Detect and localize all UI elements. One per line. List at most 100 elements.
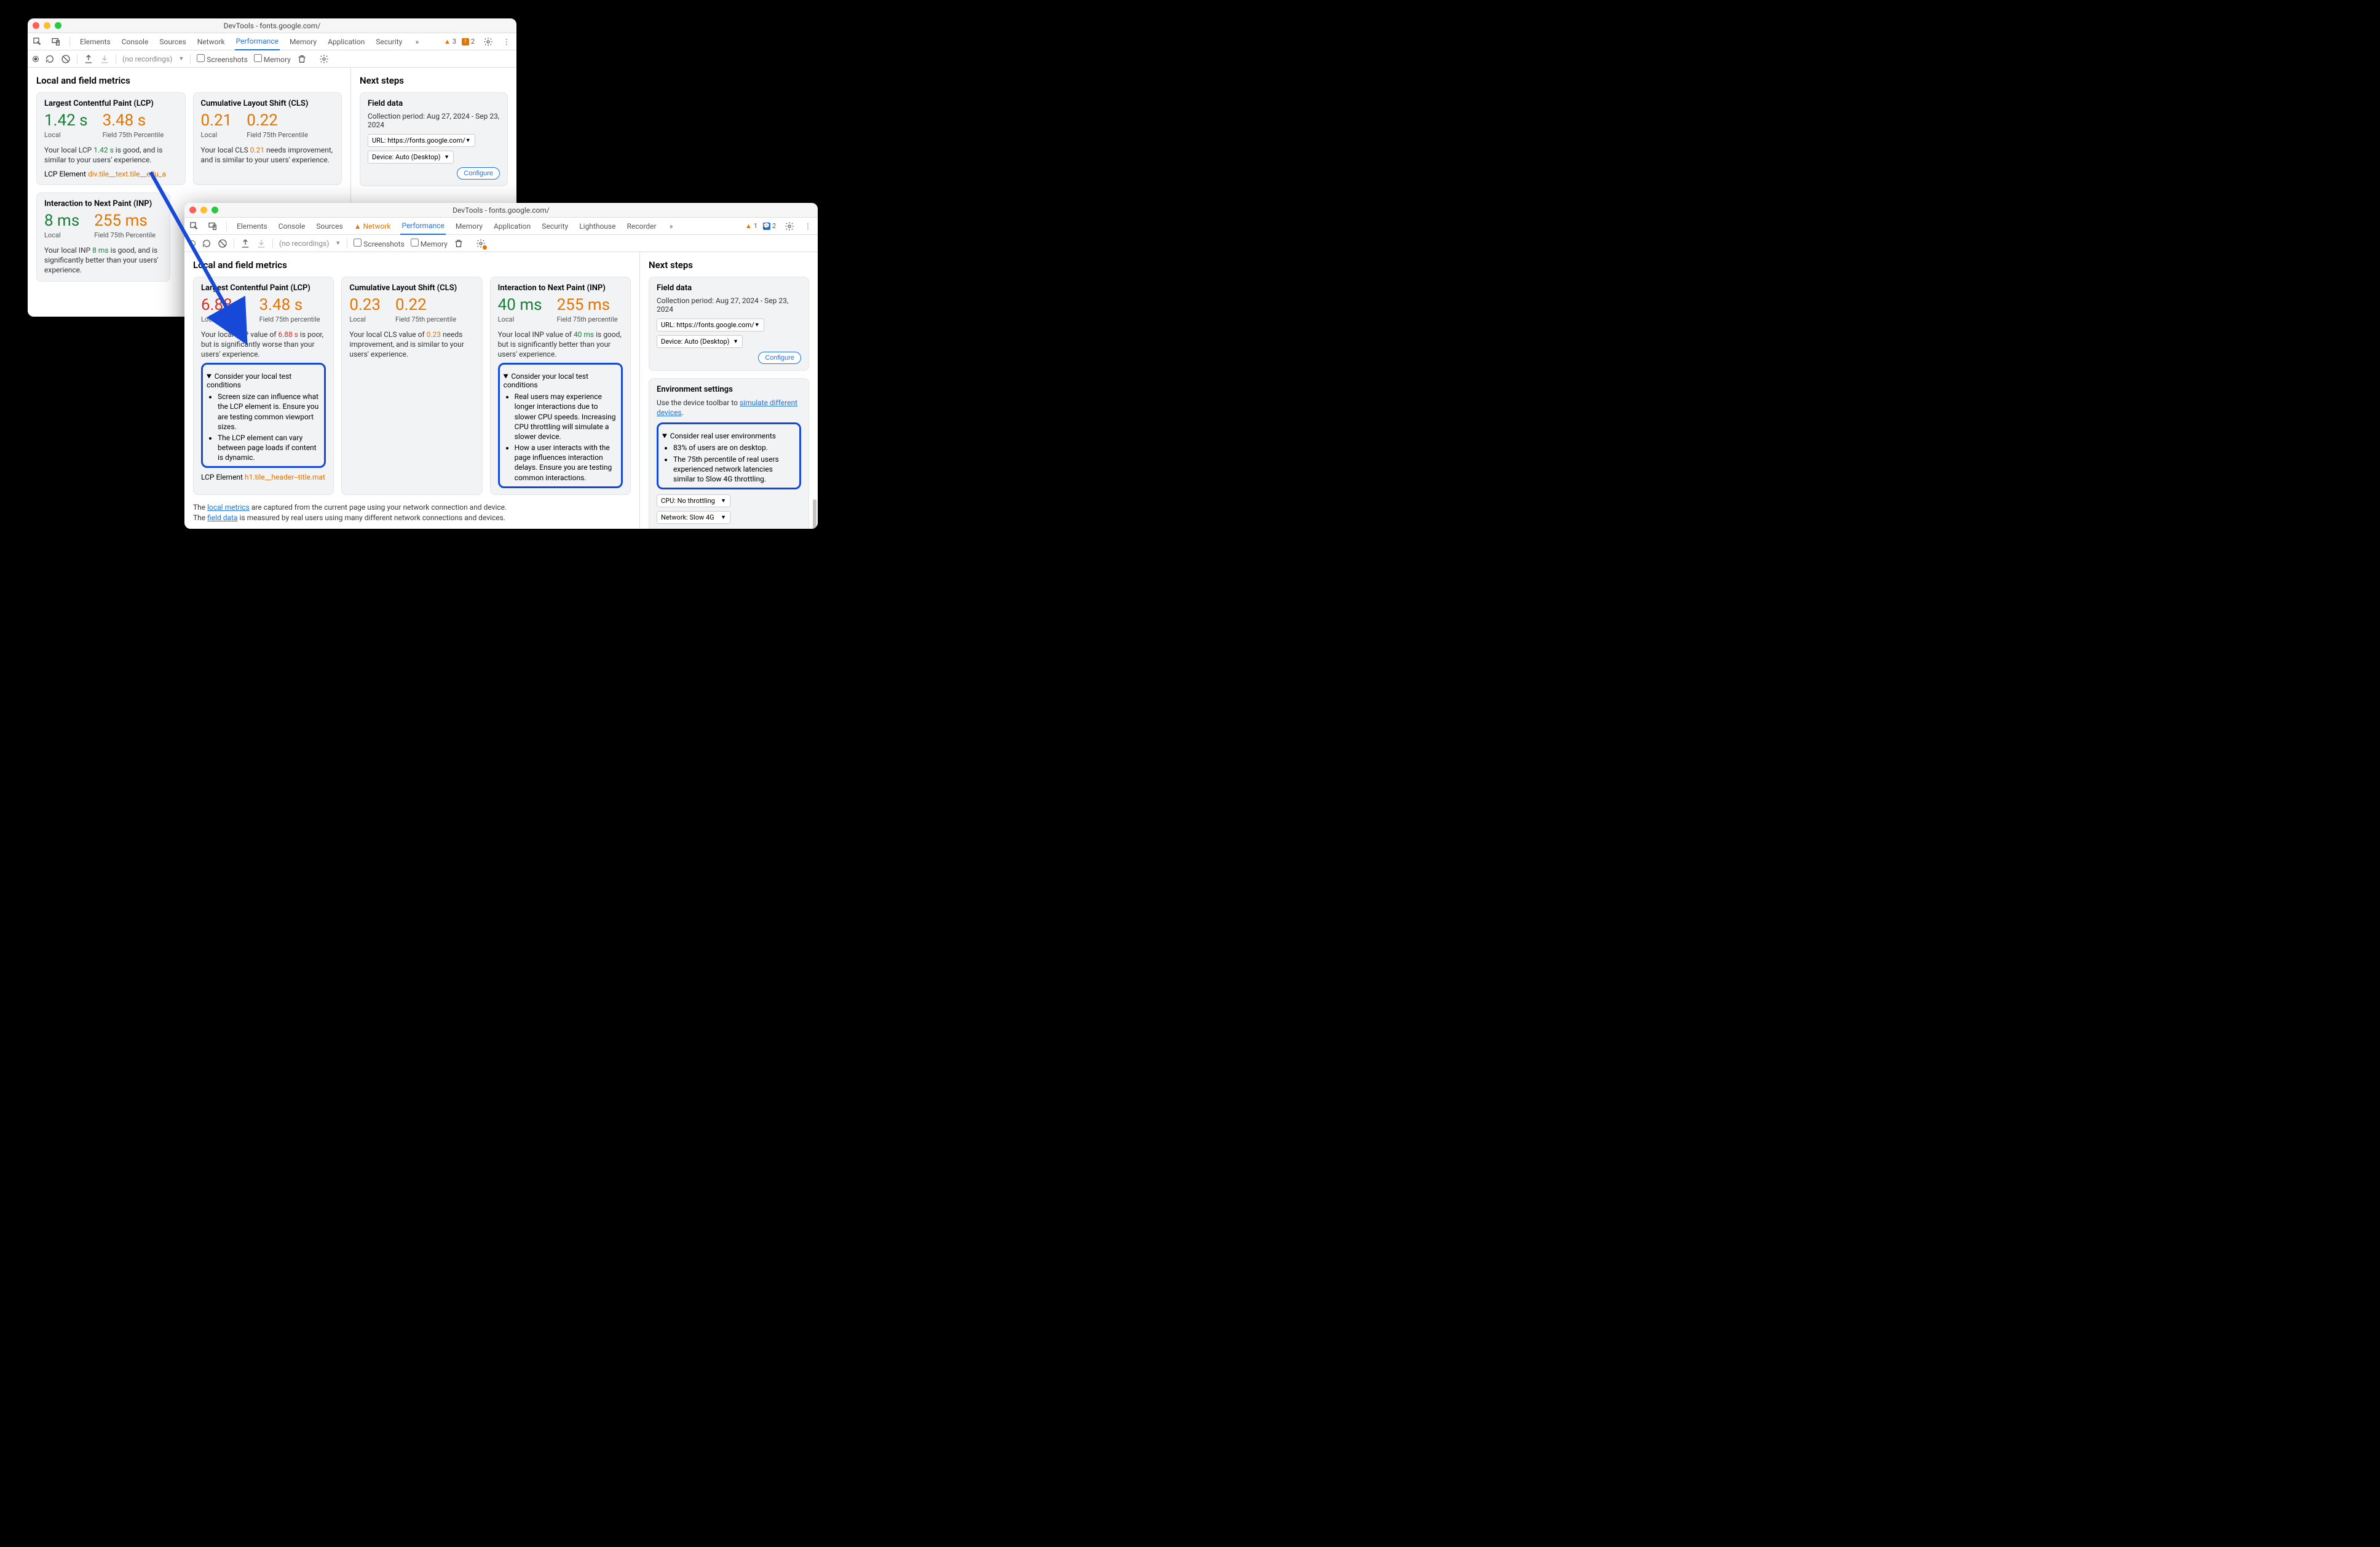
trash-icon[interactable] (297, 54, 307, 64)
tab-network[interactable]: Network (196, 34, 226, 50)
url-select[interactable]: URL: https://fonts.google.com/▼ (657, 318, 764, 331)
panel-settings-icon[interactable] (319, 54, 329, 64)
tip: Real users may experience longer interac… (515, 392, 617, 441)
device-toolbar-icon[interactable] (208, 221, 218, 231)
memory-checkbox[interactable]: Memory (254, 54, 291, 64)
upload-icon[interactable] (240, 239, 250, 248)
card-inp: Interaction to Next Paint (INP) 8 msLoca… (36, 192, 170, 282)
tip: How a user interacts with the page influ… (515, 443, 617, 483)
trash-icon[interactable] (454, 239, 464, 248)
upload-icon[interactable] (84, 54, 93, 64)
tab-lighthouse[interactable]: Lighthouse (578, 218, 617, 234)
tab-elements[interactable]: Elements (79, 34, 112, 50)
tab-application[interactable]: Application (326, 34, 366, 50)
card-lcp: Largest Contentful Paint (LCP) 6.88 sLoc… (193, 277, 334, 495)
tab-network[interactable]: ▲ Network (353, 218, 392, 234)
issues-badge[interactable]: ▲3 !2 (444, 38, 475, 46)
card-title: Largest Contentful Paint (LCP) (201, 283, 326, 293)
consider-summary[interactable]: Consider real user environments (662, 432, 796, 440)
configure-button[interactable]: Configure (758, 352, 801, 364)
reload-record-icon[interactable] (45, 54, 55, 64)
tab-sources[interactable]: Sources (158, 34, 187, 50)
lcp-element[interactable]: LCP Element div.tile__text.tile__edu_a (44, 170, 178, 178)
inspect-icon[interactable] (33, 37, 42, 47)
tip: The LCP element can vary between page lo… (218, 433, 320, 463)
clear-icon[interactable] (218, 239, 227, 248)
card-title: Cumulative Layout Shift (CLS) (201, 99, 334, 108)
consider-details[interactable]: Consider your local test conditions Real… (504, 372, 617, 483)
divider (226, 221, 227, 231)
device-select[interactable]: Device: Auto (Desktop)▼ (657, 335, 743, 348)
scrollbar[interactable] (813, 499, 816, 529)
chevron-down-icon[interactable]: ▼ (335, 240, 341, 247)
tab-memory[interactable]: Memory (288, 34, 318, 50)
screenshots-checkbox[interactable]: Screenshots (197, 54, 247, 64)
field-data-heading: Field data (368, 99, 500, 108)
tip: The 75th percentile of real users experi… (673, 454, 796, 485)
local-metrics-link[interactable]: local metrics (207, 503, 250, 512)
device-select[interactable]: Device: Auto (Desktop)▼ (368, 151, 454, 164)
cls-field-value: 0.22 (247, 112, 308, 130)
recordings-dropdown[interactable]: (no recordings) (122, 55, 172, 63)
url-select[interactable]: URL: https://fonts.google.com/▼ (368, 134, 475, 147)
screenshots-checkbox[interactable]: Screenshots (354, 239, 404, 248)
minimize-icon[interactable] (44, 22, 50, 29)
reload-record-icon[interactable] (202, 239, 212, 248)
tab-performance[interactable]: Performance (400, 218, 445, 235)
settings-icon[interactable] (483, 37, 493, 47)
zoom-icon[interactable] (55, 22, 61, 29)
card-title: Interaction to Next Paint (INP) (498, 283, 623, 293)
settings-icon[interactable] (785, 221, 794, 231)
zoom-icon[interactable] (212, 207, 218, 213)
configure-button[interactable]: Configure (457, 167, 500, 180)
tab-sources[interactable]: Sources (315, 218, 344, 234)
minimize-icon[interactable] (200, 207, 207, 213)
chevron-down-icon[interactable]: ▼ (178, 55, 184, 62)
device-toolbar-icon[interactable] (51, 37, 61, 47)
highlight-ring: Consider real user environments 83% of u… (657, 422, 801, 489)
tab-security[interactable]: Security (540, 218, 569, 234)
cpu-throttle-select[interactable]: CPU: No throttling▼ (657, 494, 730, 507)
record-icon[interactable] (189, 240, 196, 247)
close-icon[interactable] (189, 207, 196, 213)
kebab-icon[interactable]: ⋮ (803, 221, 813, 231)
consider-summary[interactable]: Consider your local test conditions (207, 372, 320, 389)
lcp-element[interactable]: LCP Element h1.tile__header--title.mat (201, 473, 326, 481)
inp-local-value: 8 ms (44, 212, 79, 230)
consider-details[interactable]: Consider your local test conditions Scre… (207, 372, 320, 462)
inp-local-value: 40 ms (498, 296, 542, 314)
tab-recorder[interactable]: Recorder (625, 218, 657, 234)
issues-badge[interactable]: ▲1 💬2 (745, 222, 776, 230)
memory-checkbox[interactable]: Memory (411, 239, 448, 248)
panel-settings-icon[interactable] (476, 239, 486, 248)
cls-local-value: 0.21 (201, 112, 232, 130)
clear-icon[interactable] (61, 54, 71, 64)
download-icon[interactable] (256, 239, 266, 248)
consider-summary[interactable]: Consider your local test conditions (504, 372, 617, 389)
more-tabs-icon[interactable]: » (666, 221, 676, 231)
devtools-window-2: DevTools - fonts.google.com/ Elements Co… (184, 203, 818, 529)
kebab-icon[interactable]: ⋮ (502, 37, 512, 47)
close-icon[interactable] (33, 22, 39, 29)
tab-elements[interactable]: Elements (235, 218, 269, 234)
card-lcp: Largest Contentful Paint (LCP) 1.42 sLoc… (36, 92, 186, 185)
download-icon[interactable] (100, 54, 109, 64)
tab-application[interactable]: Application (492, 218, 532, 234)
tab-security[interactable]: Security (374, 34, 403, 50)
tab-console[interactable]: Console (121, 34, 150, 50)
more-tabs-icon[interactable]: » (412, 37, 422, 47)
record-icon[interactable] (33, 56, 39, 62)
inspect-icon[interactable] (189, 221, 199, 231)
lcp-desc: Your local LCP value of 6.88 s is poor, … (201, 330, 326, 360)
tab-performance[interactable]: Performance (235, 33, 280, 50)
window-title: DevTools - fonts.google.com/ (224, 22, 321, 30)
recordings-dropdown[interactable]: (no recordings) (279, 239, 329, 248)
field-data-link[interactable]: field data (207, 513, 237, 522)
tab-memory[interactable]: Memory (454, 218, 484, 234)
consider-details[interactable]: Consider real user environments 83% of u… (662, 432, 796, 484)
window-title: DevTools - fonts.google.com/ (453, 206, 550, 215)
section-heading: Next steps (360, 75, 508, 86)
perf-toolbar: (no recordings) ▼ Screenshots Memory (184, 235, 818, 252)
tab-console[interactable]: Console (277, 218, 307, 234)
network-throttle-select[interactable]: Network: Slow 4G▼ (657, 511, 730, 524)
